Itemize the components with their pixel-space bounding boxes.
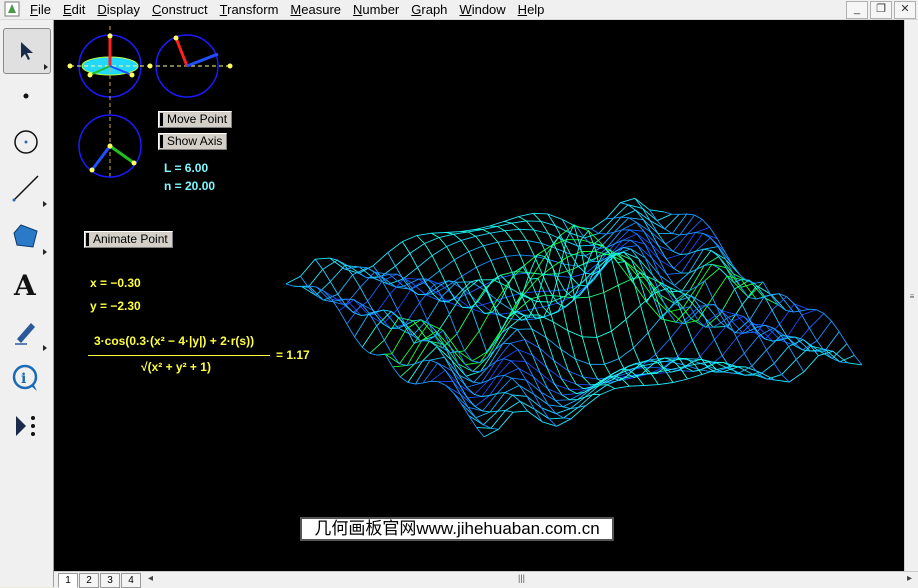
toolbox: A i [0, 20, 54, 587]
surface-mesh-line [392, 250, 771, 368]
fraction-bar [88, 355, 270, 356]
bottom-bar: 1 2 3 4 ◂ ||| ▸ [54, 571, 918, 588]
website-watermark: 几何画板官网www.jihehuaban.com.cn [300, 517, 614, 541]
menu-file[interactable]: File [24, 0, 57, 19]
custom-tool[interactable] [3, 404, 49, 448]
scroll-right-icon[interactable]: ▸ [907, 573, 912, 584]
formula-result: = 1.17 [276, 348, 310, 362]
3d-surface-graph[interactable] [285, 197, 863, 438]
surface-mesh-line [460, 331, 840, 419]
formula-numerator: 3·cos(0.3·(x² − 4·|y|) + 2·r(s)) [94, 334, 255, 348]
view-control-rotate[interactable] [155, 34, 233, 98]
marker-tool[interactable] [3, 310, 49, 354]
show-axis-button[interactable]: Show Axis [158, 133, 228, 150]
move-point-button[interactable]: Move Point [158, 111, 233, 128]
text-tool[interactable]: A [3, 262, 49, 306]
param-n-label: n = 20.00 [164, 179, 216, 193]
sketch-drawing [67, 26, 863, 438]
surface-mesh-line [407, 285, 787, 383]
scroll-left-icon[interactable]: ◂ [148, 573, 153, 584]
page-tab-3[interactable]: 3 [100, 573, 120, 588]
surface-mesh-line [369, 252, 749, 354]
close-button[interactable]: ✕ [894, 1, 916, 19]
y-coordinate-label: y = −2.30 [90, 299, 141, 313]
menu-items: File Edit Display Construct Transform Me… [24, 0, 550, 19]
play-menu-icon [16, 416, 35, 436]
text-A-icon: A [13, 269, 37, 299]
surface-mesh-line [532, 212, 732, 372]
information-tool[interactable]: i [3, 356, 49, 400]
x-coordinate-label: x = −0.30 [90, 276, 141, 290]
surface-mesh-line [372, 265, 572, 420]
page-tab-2[interactable]: 2 [79, 573, 99, 588]
restore-button[interactable]: ❐ [870, 1, 892, 19]
surface-mesh-line [300, 276, 499, 430]
param-L-label: L = 6.00 [164, 161, 209, 175]
straightedge-tool[interactable] [3, 166, 49, 210]
scroll-grip-icon[interactable]: ≡ [907, 292, 917, 301]
page-tab-1[interactable]: 1 [58, 573, 78, 588]
point-icon [23, 93, 29, 99]
info-icon: i [12, 364, 38, 391]
scroll-grip-icon[interactable]: ||| [518, 573, 525, 583]
surface-mesh-line [483, 350, 863, 438]
line-icon [12, 175, 39, 202]
svg-text:i: i [21, 371, 26, 387]
menu-transform[interactable]: Transform [214, 0, 285, 19]
polygon-icon [13, 224, 38, 248]
sketch-canvas[interactable]: Move Point Show Axis L = 6.00 n = 20.00 … [54, 20, 904, 571]
svg-text:A: A [13, 269, 37, 299]
circle-icon [14, 130, 38, 154]
surface-mesh-line [314, 258, 514, 413]
polygon-tool[interactable] [3, 214, 49, 258]
sketchpad-app-icon[interactable] [4, 1, 20, 17]
arrow-icon [21, 42, 33, 60]
pen-icon [15, 323, 35, 345]
menu-bar: File Edit Display Construct Transform Me… [0, 0, 918, 20]
menu-graph[interactable]: Graph [405, 0, 453, 19]
page-tabs: 1 2 3 4 [58, 573, 142, 588]
vertical-scrollbar[interactable]: ≡ [904, 20, 918, 571]
menu-display[interactable]: Display [91, 0, 146, 19]
menu-measure[interactable]: Measure [284, 0, 347, 19]
arrow-tool[interactable] [3, 28, 51, 74]
menu-edit[interactable]: Edit [57, 0, 91, 19]
menu-window[interactable]: Window [453, 0, 511, 19]
point-tool[interactable] [3, 74, 49, 118]
page-tab-4[interactable]: 4 [121, 573, 141, 588]
surface-mesh-line [285, 197, 665, 285]
compass-tool[interactable] [3, 120, 49, 164]
menu-construct[interactable]: Construct [146, 0, 214, 19]
menu-help[interactable]: Help [512, 0, 551, 19]
animate-point-button[interactable]: Animate Point [84, 231, 173, 248]
formula-denominator: √(x² + y² + 1) [141, 360, 211, 374]
minimize-button[interactable]: _ [846, 1, 868, 19]
horizontal-scrollbar[interactable]: ◂ ||| ▸ [146, 573, 914, 586]
window-controls: _ ❐ ✕ [846, 1, 916, 19]
menu-number[interactable]: Number [347, 0, 405, 19]
